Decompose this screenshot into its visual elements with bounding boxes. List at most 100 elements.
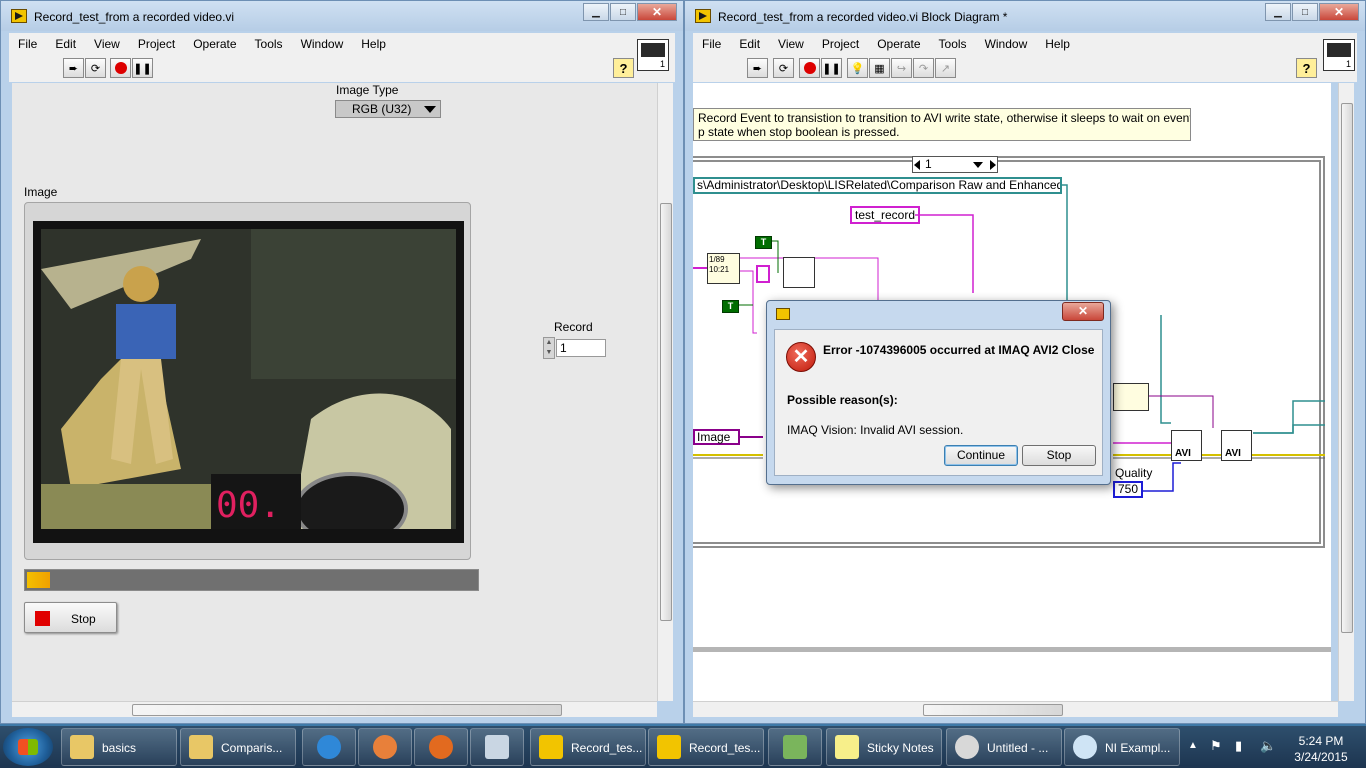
taskbar-spreadsheet[interactable] xyxy=(768,728,822,766)
taskbar-item-label: Comparis... xyxy=(221,741,283,755)
imaq-avi2-create-node[interactable]: AVI xyxy=(1171,430,1202,461)
maximize-button[interactable]: □ xyxy=(610,3,636,21)
abort-execution-icon[interactable] xyxy=(110,58,131,78)
diagram-horizontal-scrollbar[interactable] xyxy=(693,701,1338,717)
taskbar-media-player[interactable] xyxy=(358,728,412,766)
context-help-icon[interactable]: ? xyxy=(1296,58,1317,78)
format-string-node[interactable] xyxy=(783,257,815,288)
dialog-close-button[interactable]: ✕ xyxy=(1062,302,1104,321)
taskbar-comparison[interactable]: Comparis... xyxy=(180,728,296,766)
run-continuously-icon[interactable]: ⟳ xyxy=(85,58,106,78)
menu-view[interactable]: View xyxy=(769,37,813,51)
menu-file[interactable]: File xyxy=(693,37,730,51)
avi-create-label: AVI xyxy=(1175,448,1191,459)
step-into-icon[interactable]: ↪ xyxy=(891,58,912,78)
close-button[interactable]: ✕ xyxy=(1319,3,1359,21)
vertical-scroll-thumb[interactable] xyxy=(660,203,672,621)
increment-decrement-icon[interactable]: ▲ ▼ xyxy=(543,337,555,359)
hidden-case-node[interactable] xyxy=(1113,383,1149,411)
abort-execution-icon[interactable] xyxy=(799,58,820,78)
step-over-icon[interactable]: ↷ xyxy=(913,58,934,78)
pause-icon[interactable]: ❚❚ xyxy=(132,58,153,78)
stop-square-icon xyxy=(35,611,50,626)
vi-connector-icon[interactable] xyxy=(637,39,669,71)
record-numeric-control[interactable]: ▲ ▼ 1 xyxy=(543,337,607,359)
menu-file[interactable]: File xyxy=(9,37,46,51)
clock-time[interactable]: 5:24 PM xyxy=(1299,734,1344,748)
taskbar-paint[interactable]: Untitled - ... xyxy=(946,728,1062,766)
bool-true-constant-2[interactable]: T xyxy=(722,300,739,313)
show-hidden-icons-icon[interactable]: ▲ xyxy=(1188,740,1198,751)
continue-button[interactable]: Continue xyxy=(944,445,1018,466)
crash-test-scene: 00. xyxy=(41,229,456,529)
diagram-horizontal-thumb[interactable] xyxy=(923,704,1063,716)
start-button[interactable] xyxy=(3,728,53,766)
vi-connector-icon[interactable] xyxy=(1323,39,1355,71)
front-panel-title: Record_test_from a recorded video.vi xyxy=(34,10,235,24)
image-label: Image xyxy=(24,185,58,199)
run-arrow-icon[interactable]: ➨ xyxy=(747,58,768,78)
menu-help[interactable]: Help xyxy=(1036,37,1079,51)
timestamp-node[interactable]: 1/89 10:21 xyxy=(707,253,740,284)
menu-edit[interactable]: Edit xyxy=(46,37,85,51)
taskbar-firefox[interactable] xyxy=(414,728,468,766)
action-center-icon[interactable]: ⚑ xyxy=(1210,738,1222,754)
firefox-icon xyxy=(429,735,453,759)
run-continuously-icon[interactable]: ⟳ xyxy=(773,58,794,78)
dialog-stop-button[interactable]: Stop xyxy=(1022,445,1096,466)
menu-edit[interactable]: Edit xyxy=(730,37,769,51)
minimize-button[interactable]: ▁ xyxy=(583,3,609,21)
menu-tools[interactable]: Tools xyxy=(246,37,292,51)
diagram-vertical-thumb[interactable] xyxy=(1341,103,1353,633)
media-player-icon xyxy=(373,735,397,759)
network-icon[interactable]: ▮ xyxy=(1235,738,1242,754)
bool-true-constant[interactable]: T xyxy=(755,236,772,249)
retain-wire-values-icon[interactable]: ▦ xyxy=(869,58,890,78)
taskbar-internet-explorer[interactable] xyxy=(302,728,356,766)
menu-window[interactable]: Window xyxy=(292,37,353,51)
image-display[interactable]: 00. xyxy=(33,221,464,543)
taskbar-record-test-1[interactable]: Record_tes... xyxy=(530,728,646,766)
front-panel-vertical-scrollbar[interactable] xyxy=(657,83,673,701)
volume-icon[interactable]: 🔈 xyxy=(1260,738,1276,754)
context-help-icon[interactable]: ? xyxy=(613,58,634,78)
minimize-button[interactable]: ▁ xyxy=(1265,3,1291,21)
separator-string-constant[interactable] xyxy=(756,265,770,283)
menu-operate[interactable]: Operate xyxy=(184,37,245,51)
pause-icon[interactable]: ❚❚ xyxy=(821,58,842,78)
menu-project[interactable]: Project xyxy=(813,37,868,51)
taskbar-item-label: Untitled - ... xyxy=(987,741,1049,755)
taskbar-calculator[interactable] xyxy=(470,728,524,766)
stop-button[interactable]: Stop xyxy=(24,602,117,633)
menu-operate[interactable]: Operate xyxy=(868,37,929,51)
dialog-body: ✕ Error -1074396005 occurred at IMAQ AVI… xyxy=(774,329,1103,476)
taskbar-sticky-notes[interactable]: Sticky Notes xyxy=(826,728,942,766)
block-diagram-titlebar[interactable]: Record_test_from a recorded video.vi Blo… xyxy=(685,1,1365,31)
taskbar-ni-example[interactable]: NI Exampl... xyxy=(1064,728,1180,766)
menu-window[interactable]: Window xyxy=(976,37,1037,51)
image-type-ring[interactable]: RGB (U32) xyxy=(335,100,441,118)
maximize-button[interactable]: □ xyxy=(1292,3,1318,21)
imaq-avi2-write-node[interactable]: AVI xyxy=(1221,430,1252,461)
front-panel-canvas: Image Type RGB (U32) Image 00. Stop Reco… xyxy=(12,83,672,701)
clock-date[interactable]: 3/24/2015 xyxy=(1294,750,1347,764)
quality-constant[interactable]: 750 xyxy=(1113,481,1144,498)
front-panel-horizontal-scrollbar[interactable] xyxy=(12,701,657,717)
menu-project[interactable]: Project xyxy=(129,37,184,51)
highlight-execution-icon[interactable]: 💡 xyxy=(847,58,868,78)
menu-tools[interactable]: Tools xyxy=(930,37,976,51)
taskbar-item-label: basics xyxy=(102,741,137,755)
taskbar-basics[interactable]: basics xyxy=(61,728,177,766)
image-terminal[interactable]: Image xyxy=(693,429,740,445)
record-value[interactable]: 1 xyxy=(556,339,606,357)
taskbar-item-label: Record_tes... xyxy=(571,741,643,755)
run-arrow-icon[interactable]: ➨ xyxy=(63,58,84,78)
close-button[interactable]: ✕ xyxy=(637,3,677,21)
taskbar-record-test-2[interactable]: Record_tes... xyxy=(648,728,764,766)
menu-help[interactable]: Help xyxy=(352,37,395,51)
menu-view[interactable]: View xyxy=(85,37,129,51)
step-out-icon[interactable]: ↗ xyxy=(935,58,956,78)
front-panel-titlebar[interactable]: Record_test_from a recorded video.vi ▁ □… xyxy=(1,1,683,31)
diagram-vertical-scrollbar[interactable] xyxy=(1338,83,1354,701)
horizontal-scroll-thumb[interactable] xyxy=(132,704,562,716)
